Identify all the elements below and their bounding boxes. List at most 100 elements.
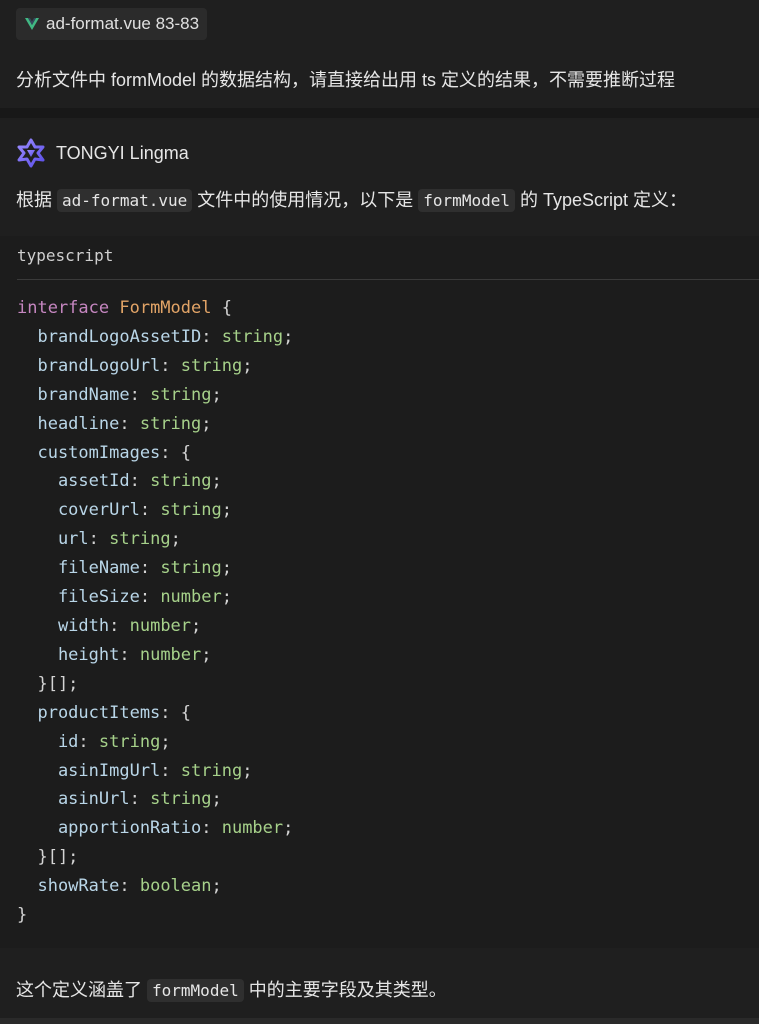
code-token-punc: ; [201, 644, 212, 665]
code-token-prop: id [17, 731, 79, 752]
code-token-punc: : [160, 355, 181, 376]
user-message: ad-format.vue 83-83 分析文件中 formModel 的数据结… [0, 0, 759, 108]
assistant-message: TONGYI Lingma 根据 ad-format.vue 文件中的使用情况，… [0, 118, 759, 1024]
intro-text-3: 的 TypeScript 定义： [520, 190, 688, 210]
code-line: id: string; [17, 728, 293, 757]
code-line: productItems: { [17, 699, 293, 728]
code-line: fileName: string; [17, 554, 293, 583]
code-token-str: string [160, 500, 222, 521]
code-token-punc: : { [160, 702, 192, 723]
code-token-str: string [150, 789, 212, 810]
code-token-punc: ; [191, 615, 202, 636]
code-token-punc: ; [221, 558, 232, 579]
code-token-prop: width [17, 615, 110, 636]
code-token-punc: ; [211, 384, 222, 405]
code-token-punc: : [129, 384, 151, 405]
code-token-punc: ; [283, 326, 294, 347]
chat-panel: ad-format.vue 83-83 分析文件中 formModel 的数据结… [0, 0, 759, 1024]
code-token-punc: } [17, 905, 28, 926]
code-token-prop: customImages [17, 442, 161, 463]
code-token-punc: : [201, 326, 222, 347]
code-token-prop: brandName [17, 384, 130, 405]
code-token-punc: : [88, 529, 110, 550]
code-token-str: string [160, 558, 222, 579]
code-token-kw: interface [17, 298, 120, 318]
intro-text-2: 文件中的使用情况，以下是 [197, 190, 414, 210]
code-line: asinUrl: string; [17, 785, 293, 814]
code-token-prop: url [17, 529, 89, 550]
code-token-prop: assetId [17, 471, 130, 492]
intro-text-1: 根据 [16, 190, 52, 210]
code-line: url: string; [17, 525, 293, 554]
code-token-punc: : [129, 789, 151, 810]
assistant-header: TONGYI Lingma [16, 138, 189, 168]
code-token-punc: : [139, 558, 161, 579]
inline-code-filename: ad-format.vue [57, 189, 193, 212]
code-token-str: string [98, 731, 161, 752]
code-line: brandLogoAssetID: string; [17, 323, 293, 352]
code-token-prop: coverUrl [17, 500, 140, 521]
code-token-prop: brandLogoAssetID [17, 326, 202, 347]
user-message-text: 分析文件中 formModel 的数据结构，请直接给出用 ts 定义的结果，不需… [16, 70, 676, 90]
code-token-str: string [150, 471, 212, 492]
code-token-punc: ; [211, 471, 222, 492]
code-token-punc: : [119, 644, 140, 665]
code-token-type: FormModel [119, 298, 212, 318]
code-token-str: string [221, 326, 284, 347]
inline-code-formmodel: formModel [418, 189, 515, 212]
code-line: brandLogoUrl: string; [17, 352, 293, 381]
code-token-prop: headline [17, 413, 120, 434]
code-token-num: number [129, 615, 192, 636]
lingma-logo-icon [17, 138, 45, 168]
code-token-punc: : { [160, 442, 192, 463]
code-content[interactable]: interface FormModel { brandLogoAssetID: … [17, 294, 293, 930]
code-token-str: string [150, 384, 212, 405]
code-token-punc: ; [283, 818, 294, 839]
code-token-punc: : [201, 818, 222, 839]
code-token-str: string [139, 413, 202, 434]
code-token-punc: ; [221, 587, 232, 608]
code-line: assetId: string; [17, 467, 293, 496]
code-token-punc: { [211, 298, 232, 318]
code-line: showRate: boolean; [17, 872, 293, 901]
file-reference-chip[interactable]: ad-format.vue 83-83 [16, 8, 208, 40]
code-line: }[]; [17, 843, 293, 872]
code-token-str: string [180, 760, 243, 781]
assistant-outro: 这个定义涵盖了 formModel 中的主要字段及其类型。 [16, 976, 447, 1002]
code-token-punc: : [78, 731, 99, 752]
code-line: interface FormModel { [17, 294, 293, 323]
code-token-punc: : [139, 500, 161, 521]
code-token-punc: : [129, 471, 151, 492]
code-token-num: number [221, 818, 284, 839]
inline-code-formmodel-outro: formModel [147, 979, 244, 1002]
code-token-prop: apportionRatio [17, 818, 202, 839]
file-chip-label: ad-format.vue 83-83 [46, 14, 200, 33]
outro-text-2: 中的主要字段及其类型。 [248, 980, 447, 1000]
code-token-prop: fileName [17, 558, 140, 579]
code-line: width: number; [17, 612, 293, 641]
assistant-intro: 根据 ad-format.vue 文件中的使用情况，以下是 formModel … [16, 186, 687, 212]
code-token-prop: height [17, 644, 120, 665]
code-token-str: string [109, 529, 171, 550]
code-token-punc: : [119, 413, 140, 434]
code-token-punc: ; [221, 500, 232, 521]
code-line: headline: string; [17, 410, 293, 439]
assistant-name: TONGYI Lingma [56, 142, 189, 163]
code-line: customImages: { [17, 439, 293, 468]
message-separator [0, 108, 759, 118]
code-token-punc: ; [201, 413, 212, 434]
code-line: } [17, 901, 293, 930]
code-token-prop: productItems [17, 702, 161, 723]
code-token-punc: ; [211, 876, 222, 897]
bottom-divider [0, 1018, 759, 1024]
code-token-punc: }[]; [17, 847, 79, 868]
code-token-punc: ; [211, 789, 222, 810]
code-token-str: string [180, 355, 243, 376]
code-line: coverUrl: string; [17, 496, 293, 525]
code-token-punc: : [160, 760, 181, 781]
code-line: brandName: string; [17, 381, 293, 410]
code-language-label: typescript [17, 246, 114, 265]
vue-icon [25, 18, 39, 30]
code-token-bool: boolean [139, 876, 212, 897]
code-line: height: number; [17, 641, 293, 670]
